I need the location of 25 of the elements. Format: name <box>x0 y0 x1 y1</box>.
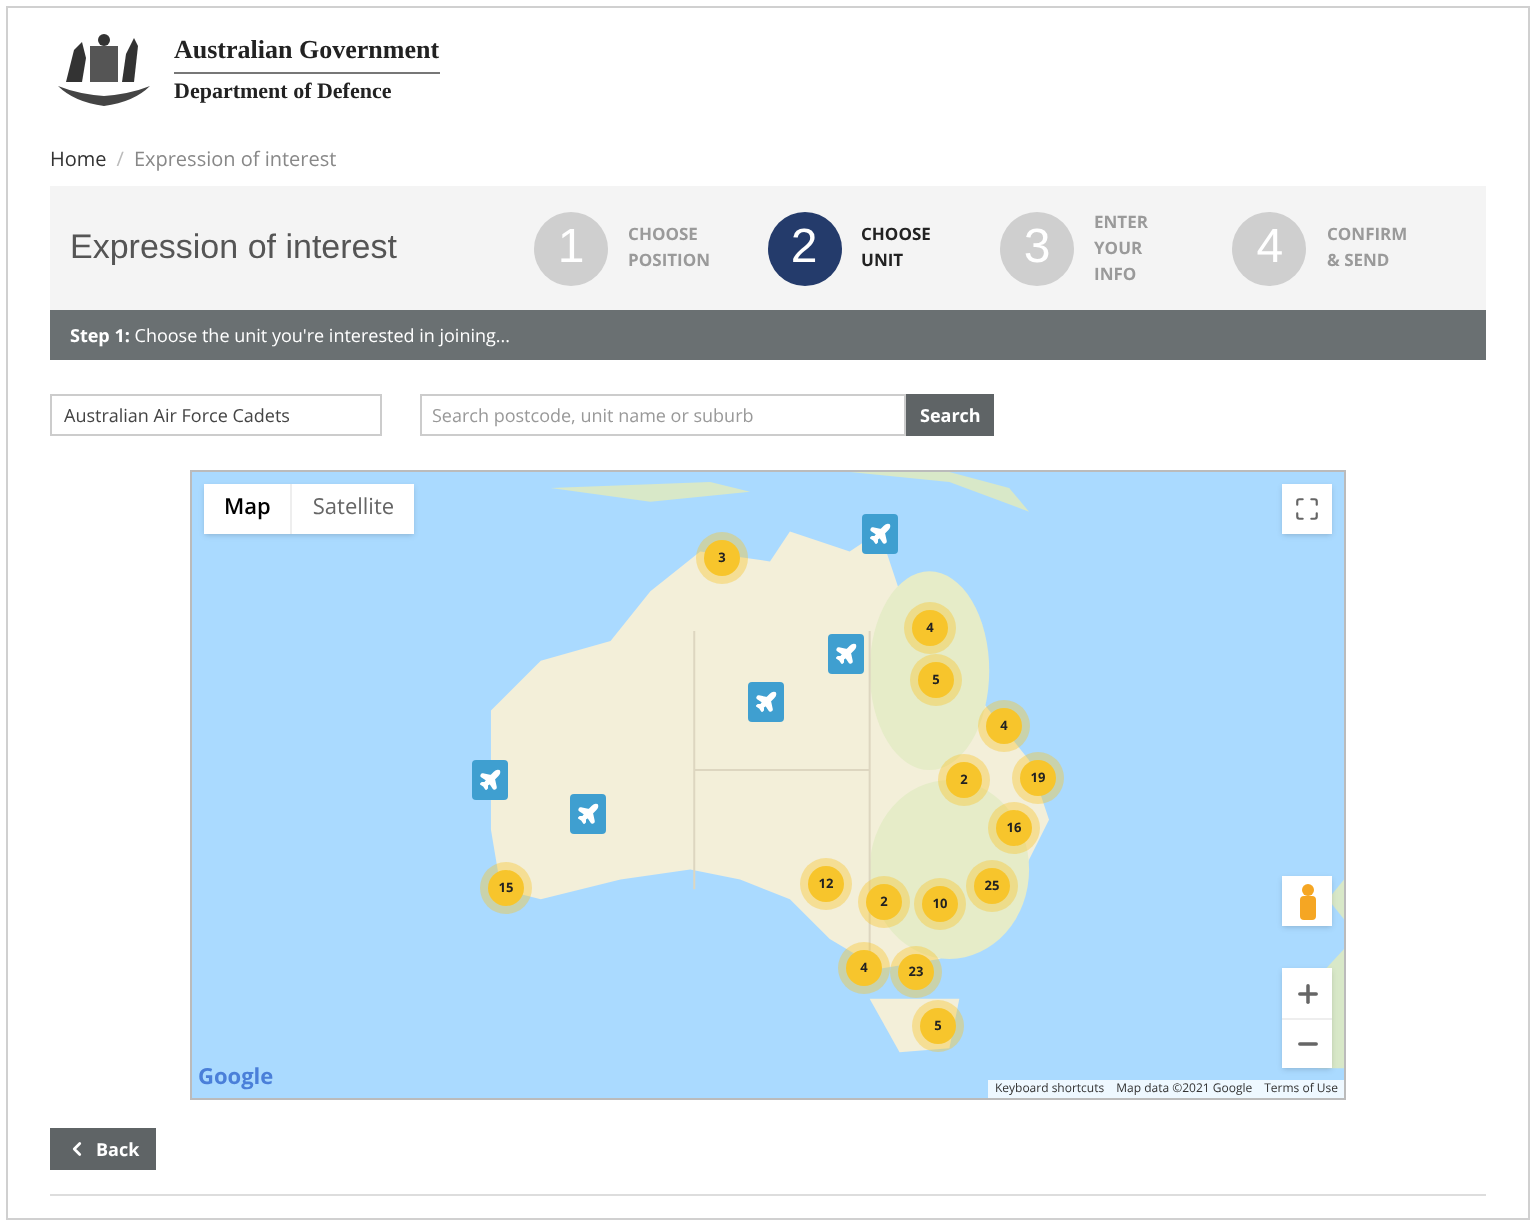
plane-marker-icon[interactable] <box>862 514 898 554</box>
fullscreen-button[interactable] <box>1282 484 1332 534</box>
fullscreen-icon <box>1294 496 1320 522</box>
unit-type-field[interactable]: Australian Air Force Cadets <box>50 394 382 436</box>
search-button[interactable]: Search <box>906 394 995 436</box>
map-type-tab[interactable]: Map <box>204 484 291 534</box>
page-title: Expression of interest <box>70 226 399 271</box>
plane-marker-icon[interactable] <box>828 634 864 674</box>
back-button[interactable]: Back <box>50 1128 156 1170</box>
plane-marker-icon[interactable] <box>570 794 606 834</box>
plane-marker-icon[interactable] <box>748 682 784 722</box>
breadcrumb-link[interactable]: Expression of interest <box>133 143 337 173</box>
map-logo: Google <box>198 1061 274 1094</box>
plane-marker-icon[interactable] <box>472 760 508 800</box>
plus-icon <box>1293 979 1321 1007</box>
step-tab[interactable]: 2 CHOOSE UNIT <box>767 211 1000 285</box>
pegman-button[interactable] <box>1282 876 1332 926</box>
map-type-tab[interactable]: Satellite <box>290 484 415 534</box>
search-field[interactable]: Search postcode, unit name or suburb <box>420 394 906 436</box>
header-subtitle: Department of Defence <box>174 77 394 107</box>
header-title: Australian Government <box>174 31 440 73</box>
breadcrumb-link[interactable]: Home <box>50 143 107 173</box>
instruction-text: Step 1: Choose the unit you're interested in joining... <box>70 321 510 349</box>
breadcrumb-separator: / <box>116 143 124 173</box>
person-icon <box>1297 883 1317 919</box>
